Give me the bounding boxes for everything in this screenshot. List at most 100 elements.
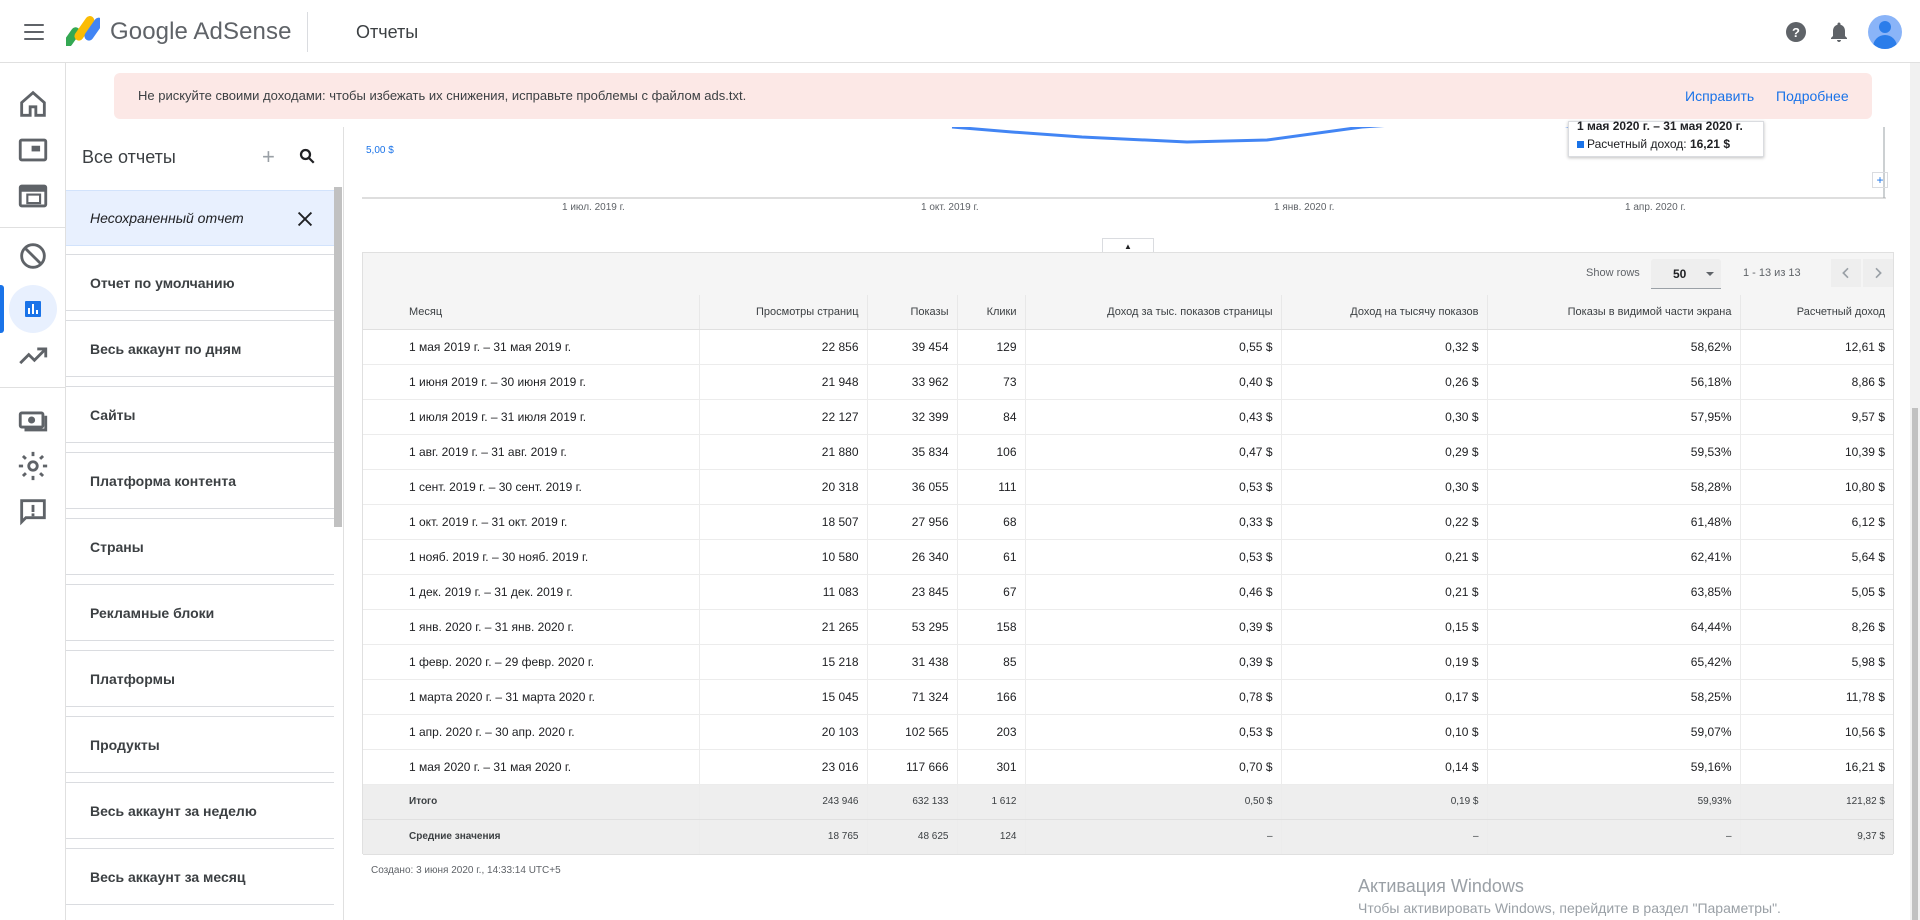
table-cell: 166 bbox=[957, 679, 1026, 715]
column-header[interactable]: Доход за тыс. показов страницы bbox=[1025, 295, 1282, 330]
table-cell: 1 нояб. 2019 г. – 30 нояб. 2019 г. bbox=[363, 539, 700, 575]
report-item[interactable]: Платформа контента bbox=[66, 452, 334, 509]
report-item[interactable]: Отчет по умолчанию bbox=[66, 254, 334, 311]
table-cell: 1 мая 2019 г. – 31 мая 2019 г. bbox=[363, 329, 700, 365]
table-cell: 111 bbox=[957, 469, 1026, 505]
table-row: 1 авг. 2019 г. – 31 авг. 2019 г. 21 880 35… bbox=[363, 434, 1893, 470]
report-item[interactable]: Весь аккаунт за месяц bbox=[66, 848, 334, 905]
column-header[interactable]: Доход на тысячу показов bbox=[1281, 295, 1488, 330]
table-cell: 243 946 bbox=[699, 784, 868, 820]
table-cell: 5,98 $ bbox=[1740, 644, 1893, 680]
table-cell: 10,80 $ bbox=[1740, 469, 1893, 505]
table-cell: 71 324 bbox=[867, 679, 958, 715]
table-cell: 301 bbox=[957, 749, 1026, 785]
table-cell: 0,78 $ bbox=[1025, 679, 1282, 715]
svg-text:?: ? bbox=[1792, 25, 1800, 40]
fix-link[interactable]: Исправить bbox=[1685, 88, 1754, 104]
prev-page-button[interactable] bbox=[1831, 259, 1861, 287]
x-tick-label: 1 янв. 2020 г. bbox=[1274, 202, 1335, 213]
learn-more-link[interactable]: Подробнее bbox=[1776, 88, 1849, 104]
table-cell: 84 bbox=[957, 399, 1026, 435]
averages-row: Средние значения 18 765 48 625 124– – –9,37 $ bbox=[363, 819, 1893, 855]
column-header[interactable]: Просмотры страниц bbox=[699, 295, 868, 330]
table-row: 1 мая 2020 г. – 31 мая 2020 г. 23 016 117 … bbox=[363, 749, 1893, 785]
home-icon[interactable] bbox=[16, 87, 50, 121]
table-cell: 18 765 bbox=[699, 819, 868, 855]
table-cell: 16,21 $ bbox=[1740, 749, 1893, 785]
table-cell: 203 bbox=[957, 714, 1026, 750]
reports-panel-header: Все отчеты + bbox=[66, 127, 344, 187]
layout-icon[interactable] bbox=[16, 179, 50, 213]
column-header[interactable]: Показы в видимой части экрана bbox=[1487, 295, 1741, 330]
table-cell: 53 295 bbox=[867, 609, 958, 645]
table-cell: – bbox=[1487, 819, 1741, 855]
bell-icon[interactable] bbox=[1827, 20, 1851, 44]
block-icon[interactable] bbox=[16, 239, 50, 273]
table-header-row: Месяц Просмотры страниц Показы Клики Доход з… bbox=[363, 295, 1893, 330]
close-icon[interactable] bbox=[294, 208, 316, 230]
show-rows-value: 50 bbox=[1673, 267, 1687, 281]
table-cell: 0,53 $ bbox=[1025, 539, 1282, 575]
account-avatar[interactable] bbox=[1868, 15, 1902, 49]
table-cell: 11 083 bbox=[699, 574, 868, 610]
table-cell: 61,48% bbox=[1487, 504, 1741, 540]
reports-panel-title: Все отчеты bbox=[82, 147, 176, 167]
table-row: 1 нояб. 2019 г. – 30 нояб. 2019 г. 10 580… bbox=[363, 539, 1893, 575]
table-cell: 8,86 $ bbox=[1740, 364, 1893, 400]
table-cell: 85 bbox=[957, 644, 1026, 680]
report-item[interactable]: Сайты bbox=[66, 386, 334, 443]
table-cell: 20 318 bbox=[699, 469, 868, 505]
table-cell: 12,61 $ bbox=[1740, 329, 1893, 365]
trending-up-icon[interactable] bbox=[16, 339, 50, 373]
main-scrollbar[interactable] bbox=[1910, 63, 1920, 920]
unsaved-report-item[interactable]: Несохраненный отчет bbox=[66, 190, 334, 246]
column-header[interactable]: Месяц bbox=[363, 295, 700, 330]
feedback-icon[interactable] bbox=[16, 495, 50, 529]
column-header[interactable]: Клики bbox=[957, 295, 1026, 330]
table-cell: 0,53 $ bbox=[1025, 714, 1282, 750]
money-icon[interactable] bbox=[16, 403, 50, 437]
show-rows-select[interactable]: 50 bbox=[1651, 259, 1721, 289]
report-item[interactable]: Продукты bbox=[66, 716, 334, 773]
chart-zoom-button[interactable]: + bbox=[1872, 172, 1888, 188]
help-icon[interactable]: ? bbox=[1784, 20, 1808, 44]
table-cell: 73 bbox=[957, 364, 1026, 400]
windows-activation-title: Активация Windows bbox=[1358, 876, 1524, 896]
table-cell: 632 133 bbox=[867, 784, 958, 820]
table-cell: 9,37 $ bbox=[1740, 819, 1893, 855]
report-item[interactable]: Страны bbox=[66, 518, 334, 575]
add-report-icon[interactable]: + bbox=[262, 144, 275, 170]
table-cell: 33 962 bbox=[867, 364, 958, 400]
table-cell: 0,33 $ bbox=[1025, 504, 1282, 540]
alert-message: Не рискуйте своими доходами: чтобы избеж… bbox=[138, 88, 747, 103]
report-item[interactable]: Рекламные блоки bbox=[66, 584, 334, 641]
report-item[interactable]: Платформы bbox=[66, 650, 334, 707]
column-header[interactable]: Расчетный доход bbox=[1740, 295, 1893, 330]
brand-divider bbox=[307, 12, 308, 52]
report-item[interactable]: Весь аккаунт по дням bbox=[66, 320, 334, 377]
active-indicator bbox=[0, 285, 4, 333]
table-cell: – bbox=[1281, 819, 1488, 855]
menu-icon[interactable] bbox=[22, 20, 46, 44]
column-header[interactable]: Показы bbox=[867, 295, 958, 330]
table-cell: 5,05 $ bbox=[1740, 574, 1893, 610]
table-cell: 1 сент. 2019 г. – 30 сент. 2019 г. bbox=[363, 469, 700, 505]
table-cell: 10,39 $ bbox=[1740, 434, 1893, 470]
brand-name: Google AdSense bbox=[110, 18, 292, 45]
search-icon[interactable] bbox=[298, 147, 316, 165]
panel-scrollbar[interactable] bbox=[334, 187, 342, 527]
table-cell: 18 507 bbox=[699, 504, 868, 540]
reports-nav-item[interactable] bbox=[9, 285, 57, 333]
table-cell: 0,10 $ bbox=[1281, 714, 1488, 750]
next-page-button[interactable] bbox=[1863, 259, 1893, 287]
report-item[interactable]: Весь аккаунт за неделю bbox=[66, 782, 334, 839]
gear-icon[interactable] bbox=[16, 449, 50, 483]
browser-icon[interactable] bbox=[16, 133, 50, 167]
table-cell: 21 265 bbox=[699, 609, 868, 645]
table-cell: Средние значения bbox=[363, 819, 700, 855]
table-cell: 59,16% bbox=[1487, 749, 1741, 785]
table-cell: 22 127 bbox=[699, 399, 868, 435]
table-cell: 36 055 bbox=[867, 469, 958, 505]
table-cell: 0,14 $ bbox=[1281, 749, 1488, 785]
table-cell: 27 956 bbox=[867, 504, 958, 540]
